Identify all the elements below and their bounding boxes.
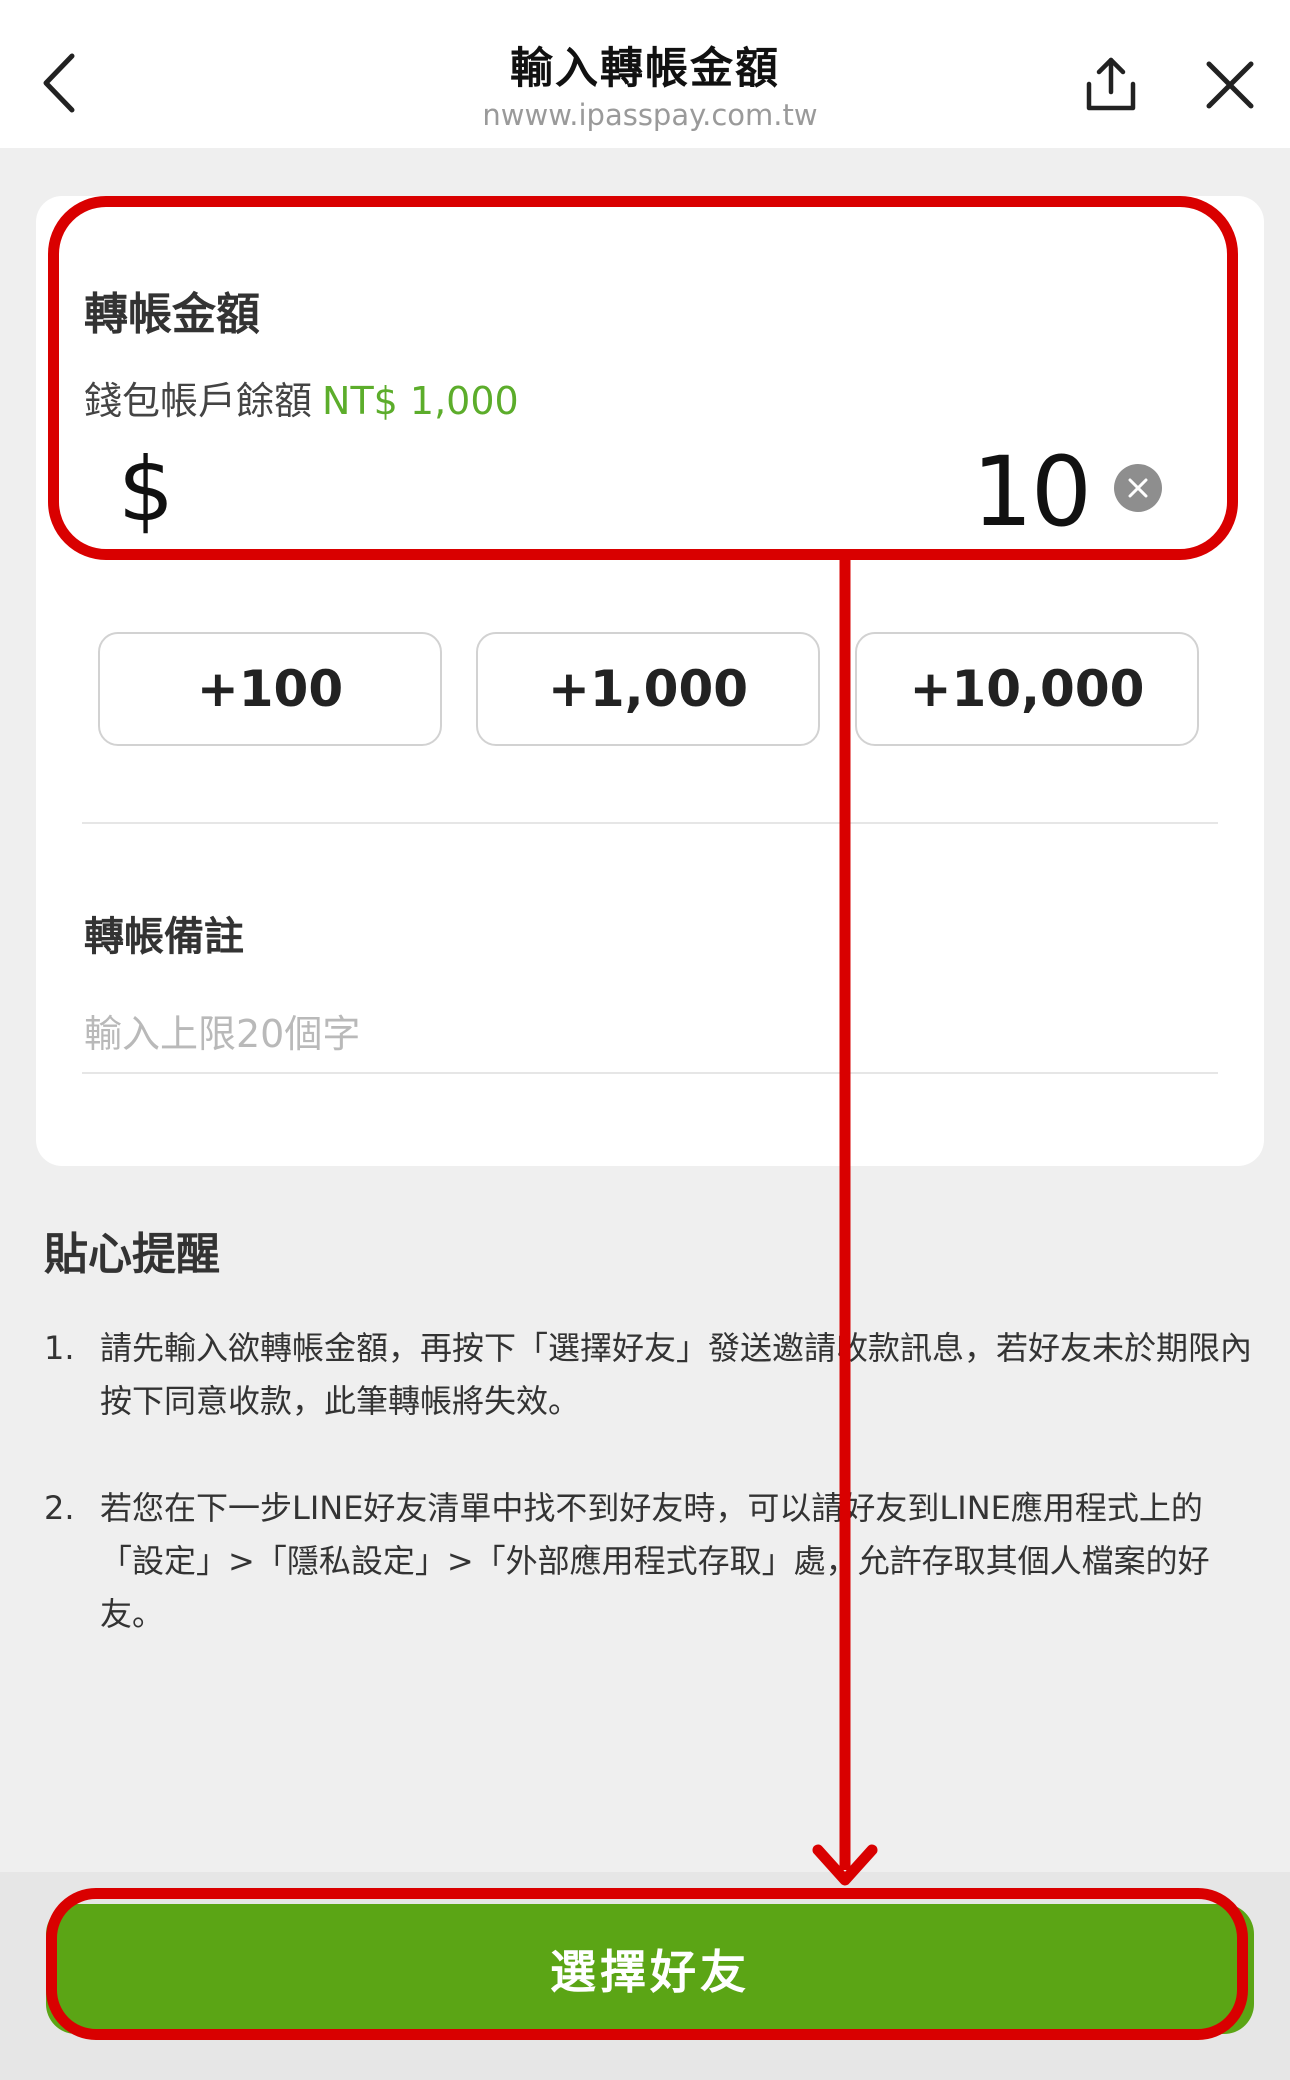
share-icon[interactable] [1085, 56, 1137, 112]
reminder-item-text: 若您在下一步LINE好友清單中找不到好友時，可以請好友到LINE應用程式上的「設… [100, 1489, 1210, 1633]
top-bar: 輸入轉帳金額 nwww.ipasspay.com.tw [0, 0, 1290, 148]
reminder-item-text: 請先輸入欲轉帳金額，再按下「選擇好友」發送邀請收款訊息，若好友未於期限內按下同意… [100, 1329, 1253, 1420]
highlight-box-button [46, 1888, 1248, 2040]
quick-add-1000-button[interactable]: +1,000 [476, 632, 820, 746]
arrow-down-icon [812, 560, 878, 1886]
divider [82, 822, 1218, 824]
reminder-title: 貼心提醒 [44, 1229, 220, 1280]
note-section-title: 轉帳備註 [84, 914, 244, 960]
close-icon[interactable] [1205, 60, 1255, 110]
quick-add-100-button[interactable]: +100 [98, 632, 442, 746]
highlight-box-amount [48, 196, 1238, 560]
reminder-item-number: 1. [44, 1329, 75, 1367]
note-underline [82, 1072, 1218, 1074]
quick-add-10000-button[interactable]: +10,000 [855, 632, 1199, 746]
note-input[interactable] [84, 1000, 1218, 1068]
reminder-item: 1. 請先輸入欲轉帳金額，再按下「選擇好友」發送邀請收款訊息，若好友未於期限內按… [44, 1322, 1254, 1428]
reminder-item-number: 2. [44, 1489, 75, 1527]
reminder-item: 2. 若您在下一步LINE好友清單中找不到好友時，可以請好友到LINE應用程式上… [44, 1482, 1254, 1641]
